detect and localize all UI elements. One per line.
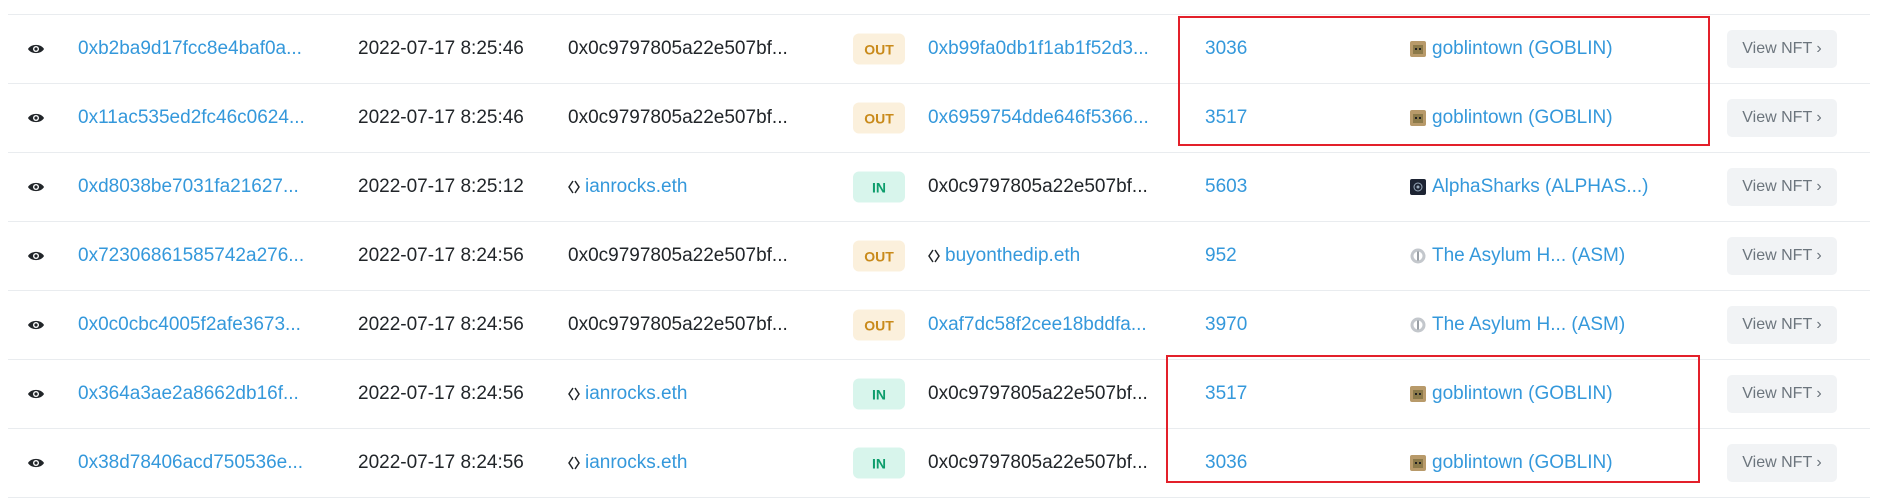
asylum-token-icon — [1410, 248, 1426, 264]
to-address-link[interactable]: 0x6959754dde646f5366... — [928, 107, 1149, 129]
item-label: goblintown (GOBLIN) — [1432, 452, 1613, 473]
item-link[interactable]: goblintown (GOBLIN) — [1410, 107, 1613, 129]
token-id-link[interactable]: 3036 — [1205, 38, 1247, 60]
ens-icon — [928, 249, 940, 263]
from-label: ianrocks.eth — [585, 383, 688, 404]
item-link[interactable]: goblintown (GOBLIN) — [1410, 38, 1613, 60]
asylum-token-icon — [1410, 317, 1426, 333]
to-address-link[interactable]: 0xaf7dc58f2cee18bddfa... — [928, 314, 1147, 336]
item-label: The Asylum H... (ASM) — [1432, 245, 1626, 266]
table-row: 0x0c0cbc4005f2afe3673... 2022-07-17 8:24… — [8, 290, 1870, 359]
age-text: 2022-07-17 8:25:12 — [358, 176, 524, 197]
direction-badge: OUT — [853, 102, 905, 134]
direction-badge: IN — [853, 378, 905, 410]
age-text: 2022-07-17 8:24:56 — [358, 314, 524, 335]
view-nft-button[interactable]: View NFT › — [1727, 375, 1837, 413]
to-address: 0x0c9797805a22e507bf... — [928, 452, 1148, 473]
direction-badge: OUT — [853, 309, 905, 341]
item-link[interactable]: goblintown (GOBLIN) — [1410, 383, 1613, 405]
token-id-link[interactable]: 3970 — [1205, 314, 1247, 336]
txn-hash-link[interactable]: 0x364a3ae2a8662db16f... — [78, 383, 299, 405]
item-link[interactable]: goblintown (GOBLIN) — [1410, 452, 1613, 474]
to-address: 0x0c9797805a22e507bf... — [928, 383, 1148, 404]
txn-hash-link[interactable]: 0x72306861585742a276... — [78, 245, 304, 267]
view-nft-button[interactable]: View NFT › — [1727, 30, 1837, 68]
goblintown-token-icon — [1410, 386, 1426, 402]
to-ens-link[interactable]: buyonthedip.eth — [928, 245, 1080, 267]
from-label: ianrocks.eth — [585, 176, 688, 197]
ens-icon — [568, 387, 580, 401]
view-nft-button[interactable]: View NFT › — [1727, 444, 1837, 482]
token-id-link[interactable]: 5603 — [1205, 176, 1247, 198]
from-ens-link[interactable]: ianrocks.eth — [568, 452, 687, 474]
table-row: 0x364a3ae2a8662db16f... 2022-07-17 8:24:… — [8, 359, 1870, 428]
eye-icon[interactable] — [23, 450, 49, 476]
view-nft-button[interactable]: View NFT › — [1727, 99, 1837, 137]
table-row: 0x38d78406acd750536e... 2022-07-17 8:24:… — [8, 428, 1870, 498]
ens-icon — [568, 180, 580, 194]
eye-icon[interactable] — [23, 105, 49, 131]
token-id-link[interactable]: 3517 — [1205, 107, 1247, 129]
view-nft-button[interactable]: View NFT › — [1727, 306, 1837, 344]
direction-badge: OUT — [853, 33, 905, 65]
item-link[interactable]: AlphaSharks (ALPHAS...) — [1410, 176, 1648, 198]
item-label: goblintown (GOBLIN) — [1432, 38, 1613, 59]
txn-hash-link[interactable]: 0x38d78406acd750536e... — [78, 452, 303, 474]
age-text: 2022-07-17 8:24:56 — [358, 383, 524, 404]
item-label: The Asylum H... (ASM) — [1432, 314, 1626, 335]
view-nft-button[interactable]: View NFT › — [1727, 168, 1837, 206]
token-id-link[interactable]: 3517 — [1205, 383, 1247, 405]
from-address: 0x0c9797805a22e507bf... — [568, 314, 788, 335]
eye-icon[interactable] — [23, 174, 49, 200]
token-id-link[interactable]: 952 — [1205, 245, 1237, 267]
view-nft-button[interactable]: View NFT › — [1727, 237, 1837, 275]
direction-badge: IN — [853, 171, 905, 203]
table-row: 0xd8038be7031fa21627... 2022-07-17 8:25:… — [8, 152, 1870, 221]
from-address: 0x0c9797805a22e507bf... — [568, 107, 788, 128]
goblintown-token-icon — [1410, 110, 1426, 126]
item-label: goblintown (GOBLIN) — [1432, 107, 1613, 128]
age-text: 2022-07-17 8:24:56 — [358, 245, 524, 266]
table-row: 0x11ac535ed2fc46c0624... 2022-07-17 8:25… — [8, 83, 1870, 152]
to-label: buyonthedip.eth — [945, 245, 1081, 266]
goblintown-token-icon — [1410, 41, 1426, 57]
token-id-link[interactable]: 3036 — [1205, 452, 1247, 474]
age-text: 2022-07-17 8:25:46 — [358, 107, 524, 128]
item-label: goblintown (GOBLIN) — [1432, 383, 1613, 404]
eye-icon[interactable] — [23, 381, 49, 407]
item-label: AlphaSharks (ALPHAS...) — [1432, 176, 1649, 197]
nft-transfers-table: 0xb2ba9d17fcc8e4baf0a... 2022-07-17 8:25… — [8, 14, 1870, 498]
txn-hash-link[interactable]: 0xd8038be7031fa21627... — [78, 176, 299, 198]
goblintown-token-icon — [1410, 455, 1426, 471]
from-address: 0x0c9797805a22e507bf... — [568, 245, 788, 266]
age-text: 2022-07-17 8:25:46 — [358, 38, 524, 59]
txn-hash-link[interactable]: 0x11ac535ed2fc46c0624... — [78, 107, 305, 129]
from-ens-link[interactable]: ianrocks.eth — [568, 176, 687, 198]
eye-icon[interactable] — [23, 36, 49, 62]
txn-hash-link[interactable]: 0xb2ba9d17fcc8e4baf0a... — [78, 38, 302, 60]
to-address-link[interactable]: 0xb99fa0db1f1ab1f52d3... — [928, 38, 1149, 60]
direction-badge: OUT — [853, 240, 905, 272]
table-row: 0x72306861585742a276... 2022-07-17 8:24:… — [8, 221, 1870, 290]
from-label: ianrocks.eth — [585, 452, 688, 473]
ens-icon — [568, 456, 580, 470]
item-link[interactable]: The Asylum H... (ASM) — [1410, 245, 1625, 267]
to-address: 0x0c9797805a22e507bf... — [928, 176, 1148, 197]
eye-icon[interactable] — [23, 312, 49, 338]
direction-badge: IN — [853, 447, 905, 479]
age-text: 2022-07-17 8:24:56 — [358, 452, 524, 473]
from-address: 0x0c9797805a22e507bf... — [568, 38, 788, 59]
item-link[interactable]: The Asylum H... (ASM) — [1410, 314, 1625, 336]
alphasharks-token-icon — [1410, 179, 1426, 195]
eye-icon[interactable] — [23, 243, 49, 269]
txn-hash-link[interactable]: 0x0c0cbc4005f2afe3673... — [78, 314, 301, 336]
from-ens-link[interactable]: ianrocks.eth — [568, 383, 687, 405]
table-row: 0xb2ba9d17fcc8e4baf0a... 2022-07-17 8:25… — [8, 14, 1870, 83]
